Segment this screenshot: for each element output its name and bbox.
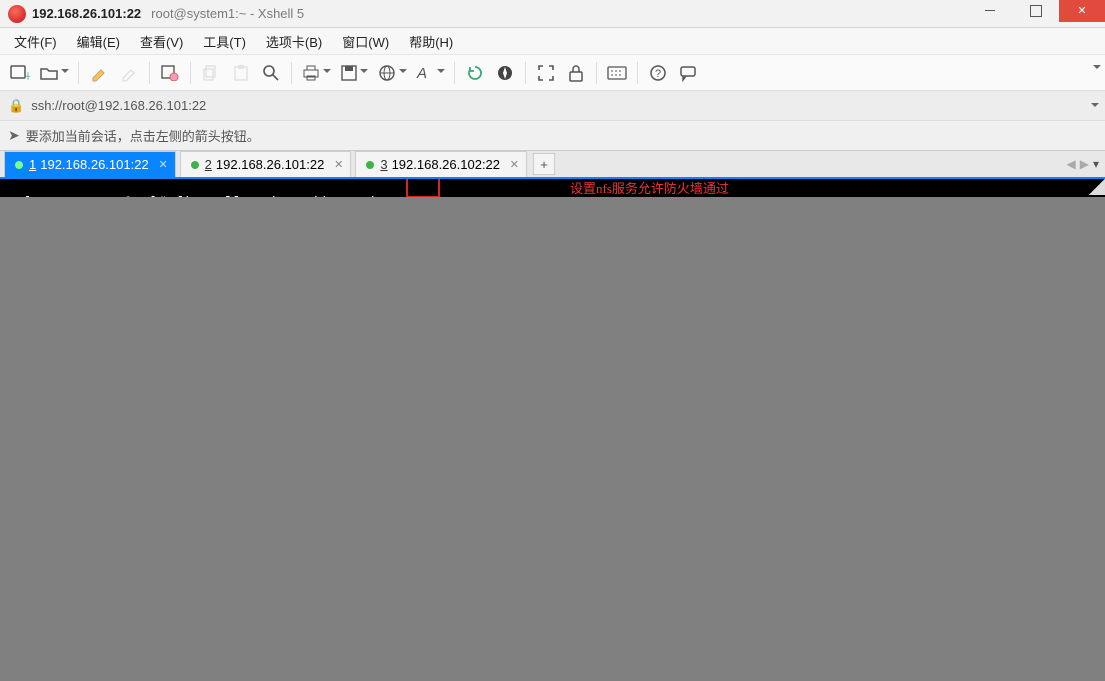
status-dot-icon [191,161,199,169]
printer-icon[interactable] [298,59,334,87]
fullscreen-icon[interactable] [532,59,560,87]
hint-bar: ➤ 要添加当前会话，点击左侧的箭头按钮。 [0,121,1105,151]
separator [596,62,597,84]
close-button[interactable] [1059,0,1105,22]
minimize-button[interactable] [967,0,1013,22]
separator [637,62,638,84]
paste-icon[interactable] [227,59,255,87]
menu-bar: 文件(F) 编辑(E) 查看(V) 工具(T) 选项卡(B) 窗口(W) 帮助(… [0,28,1105,55]
address-text: ssh://root@192.168.26.101:22 [31,98,206,113]
session-tab-3[interactable]: 3 192.168.26.102:22 ✕ [355,151,527,177]
status-dot-icon [15,161,23,169]
svg-text:?: ? [655,68,661,80]
separator [149,62,150,84]
separator [291,62,292,84]
tab-close-icon[interactable]: ✕ [510,158,519,171]
tab-list-icon[interactable]: ▾ [1093,157,1099,171]
address-bar[interactable]: 🔒 ssh://root@192.168.26.101:22 [0,91,1105,121]
add-tab-button[interactable]: + [533,153,555,175]
tab-row: 1 192.168.26.101:22 ✕ 2 192.168.26.101:2… [0,151,1105,179]
empty-area [0,197,1105,669]
title-sub: root@system1:~ - Xshell 5 [151,6,304,21]
app-icon [8,5,26,23]
lock-small-icon: 🔒 [8,98,24,114]
session-tab-1[interactable]: 1 192.168.26.101:22 ✕ [4,151,176,177]
globe-icon[interactable] [374,59,410,87]
tab-label: 192.168.26.102:22 [392,157,500,172]
tab-close-icon[interactable]: ✕ [334,158,343,171]
sessions-gear-icon[interactable] [156,59,184,87]
pencil-icon[interactable] [115,59,143,87]
terminal-line: [root@system1 ~]# firewall-cmd --add-ser… [23,195,428,197]
chat-icon[interactable] [674,59,702,87]
arrow-right-icon[interactable]: ➤ [8,127,20,144]
tab-next-icon[interactable]: ▶ [1080,157,1089,171]
tab-close-icon[interactable]: ✕ [158,158,167,171]
separator [78,62,79,84]
tab-number: 3 [380,157,387,172]
menu-window[interactable]: 窗口(W) [334,28,397,55]
title-host: 192.168.26.101:22 [32,6,141,21]
lock-icon[interactable] [562,59,590,87]
tab-number: 1 [29,157,36,172]
open-session-icon[interactable] [36,59,72,87]
separator [454,62,455,84]
tab-nav-arrows: ◀ ▶ ▾ [1067,157,1100,171]
tab-prev-icon[interactable]: ◀ [1067,157,1076,171]
compass-icon[interactable] [491,59,519,87]
resize-grip-icon [1089,179,1105,195]
tab-label: 192.168.26.101:22 [216,157,324,172]
menu-tabs[interactable]: 选项卡(B) [258,28,330,55]
menu-tools[interactable]: 工具(T) [195,28,254,55]
terminal-annotation: 设置nfs服务允许防火墙通过 [570,179,729,197]
svg-text:＋: ＋ [23,72,30,81]
title-bar: 192.168.26.101:22 root@system1:~ - Xshel… [0,0,1105,28]
menu-file[interactable]: 文件(F) [6,28,65,55]
toolbar-overflow-icon[interactable] [1093,65,1101,73]
highlight-icon[interactable] [85,59,113,87]
separator [190,62,191,84]
session-tab-2[interactable]: 2 192.168.26.101:22 ✕ [180,151,352,177]
help-icon[interactable]: ? [644,59,672,87]
address-dropdown-icon[interactable] [1091,103,1099,111]
save-icon[interactable] [336,59,372,87]
menu-edit[interactable]: 编辑(E) [69,28,128,55]
menu-help[interactable]: 帮助(H) [401,28,461,55]
svg-text:A: A [416,65,427,81]
font-icon[interactable]: A [412,59,448,87]
refresh-icon[interactable] [461,59,489,87]
copy-icon[interactable] [197,59,225,87]
new-session-icon[interactable]: ＋ [6,59,34,87]
hint-text: 要添加当前会话，点击左侧的箭头按钮。 [26,126,260,145]
search-icon[interactable] [257,59,285,87]
keyboard-icon[interactable] [603,59,631,87]
tab-label: 192.168.26.101:22 [40,157,148,172]
maximize-button[interactable] [1013,0,1059,22]
separator [525,62,526,84]
terminal-area[interactable]: [root@system1 ~]# firewall-cmd --add-ser… [0,179,1105,197]
toolbar: ＋ A ? [0,55,1105,91]
menu-view[interactable]: 查看(V) [132,28,191,55]
tab-number: 2 [205,157,212,172]
status-dot-icon [366,161,374,169]
